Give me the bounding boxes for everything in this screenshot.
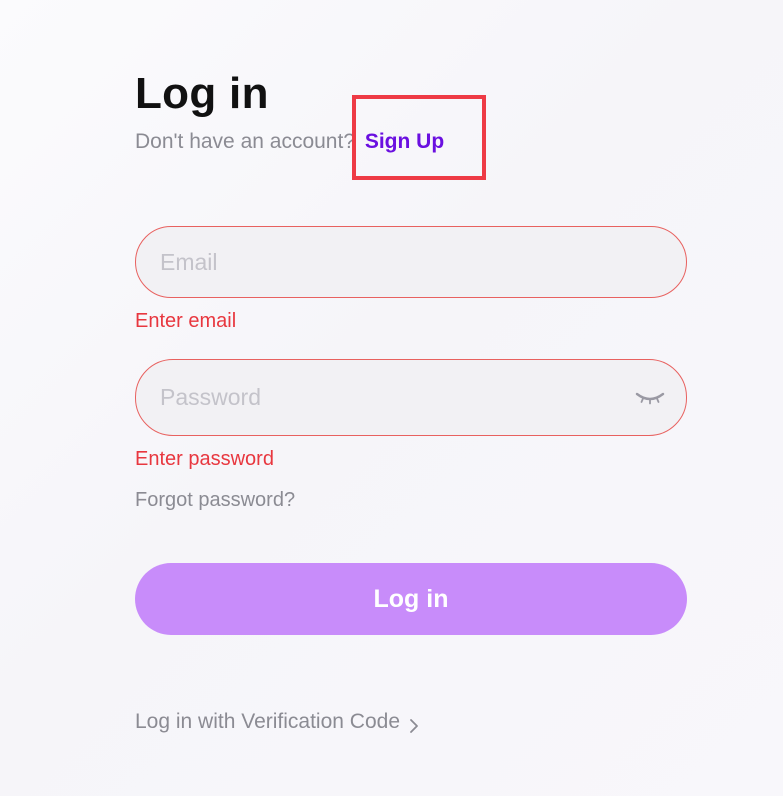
password-input[interactable]	[160, 384, 634, 411]
login-page: Log in Don't have an account? Sign Up En…	[0, 0, 783, 796]
forgot-password-link[interactable]: Forgot password?	[135, 487, 295, 513]
password-field[interactable]	[135, 359, 687, 436]
email-input[interactable]	[160, 248, 662, 276]
email-error: Enter email	[135, 310, 237, 332]
email-field[interactable]	[135, 226, 687, 298]
signup-prompt-text: Don't have an account?	[135, 130, 355, 153]
verification-code-link[interactable]: Log in with Verification Code	[135, 708, 420, 736]
signup-prompt: Don't have an account? Sign Up	[135, 128, 444, 156]
signup-link[interactable]: Sign Up	[365, 130, 444, 153]
chevron-right-icon	[408, 714, 420, 733]
password-error: Enter password	[135, 448, 274, 470]
page-title: Log in	[135, 69, 269, 118]
verification-code-label: Log in with Verification Code	[135, 710, 400, 733]
eye-closed-icon[interactable]	[634, 388, 666, 408]
login-button[interactable]: Log in	[135, 563, 687, 635]
